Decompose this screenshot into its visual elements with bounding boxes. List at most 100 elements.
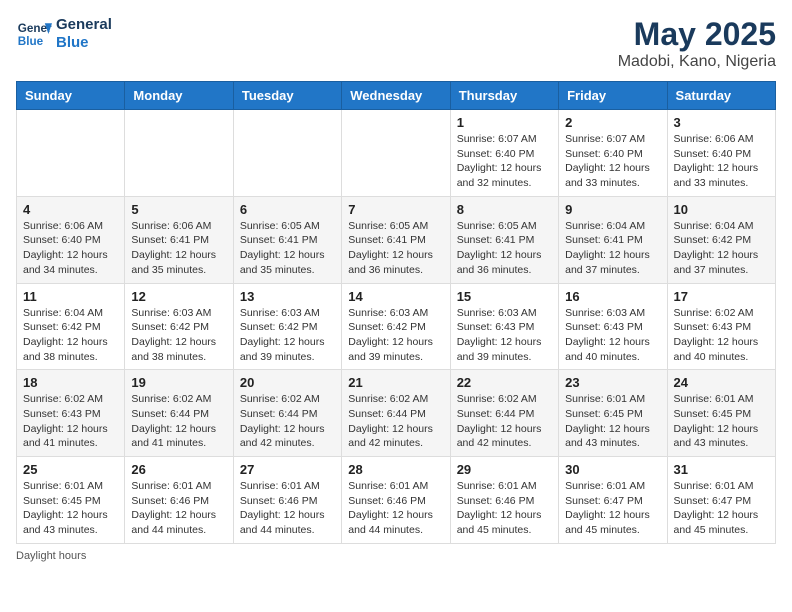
cell-info-text: Sunrise: 6:05 AM Sunset: 6:41 PM Dayligh…: [348, 219, 443, 278]
calendar-cell: 31 Sunrise: 6:01 AM Sunset: 6:47 PM Dayli…: [667, 457, 775, 544]
calendar-cell: [17, 110, 125, 197]
cell-info-text: Sunrise: 6:01 AM Sunset: 6:47 PM Dayligh…: [565, 479, 660, 538]
cell-date-number: 15: [457, 289, 552, 304]
cell-info-text: Sunrise: 6:04 AM Sunset: 6:42 PM Dayligh…: [674, 219, 769, 278]
calendar-title: May 2025: [618, 16, 776, 53]
cell-date-number: 10: [674, 202, 769, 217]
logo-icon: General Blue: [16, 16, 52, 52]
cell-info-text: Sunrise: 6:04 AM Sunset: 6:41 PM Dayligh…: [565, 219, 660, 278]
logo: General Blue General Blue: [16, 16, 112, 52]
cell-date-number: 24: [674, 375, 769, 390]
cell-date-number: 22: [457, 375, 552, 390]
cell-date-number: 29: [457, 462, 552, 477]
calendar-cell: 4 Sunrise: 6:06 AM Sunset: 6:40 PM Daylig…: [17, 196, 125, 283]
week-row-1: 1Sunrise: 6:07 AM Sunset: 6:40 PM Daylig…: [17, 110, 776, 197]
calendar-cell: [125, 110, 233, 197]
calendar-cell: 12 Sunrise: 6:03 AM Sunset: 6:42 PM Dayli…: [125, 283, 233, 370]
cell-info-text: Sunrise: 6:07 AM Sunset: 6:40 PM Dayligh…: [565, 132, 660, 191]
calendar-cell: [342, 110, 450, 197]
calendar-cell: 8 Sunrise: 6:05 AM Sunset: 6:41 PM Daylig…: [450, 196, 558, 283]
calendar-cell: 20Sunrise: 6:02 AM Sunset: 6:44 PM Dayli…: [233, 370, 341, 457]
calendar-cell: 19 Sunrise: 6:02 AM Sunset: 6:44 PM Dayli…: [125, 370, 233, 457]
cell-info-text: Sunrise: 6:01 AM Sunset: 6:46 PM Dayligh…: [348, 479, 443, 538]
cell-info-text: Sunrise: 6:07 AM Sunset: 6:40 PM Dayligh…: [457, 132, 552, 191]
cell-info-text: Sunrise: 6:02 AM Sunset: 6:43 PM Dayligh…: [674, 306, 769, 365]
calendar-cell: 17 Sunrise: 6:02 AM Sunset: 6:43 PM Dayli…: [667, 283, 775, 370]
week-row-4: 18 Sunrise: 6:02 AM Sunset: 6:43 PM Dayli…: [17, 370, 776, 457]
cell-info-text: Sunrise: 6:01 AM Sunset: 6:47 PM Dayligh…: [674, 479, 769, 538]
calendar-cell: 3 Sunrise: 6:06 AM Sunset: 6:40 PM Daylig…: [667, 110, 775, 197]
header-day-wednesday: Wednesday: [342, 82, 450, 110]
calendar-table: SundayMondayTuesdayWednesdayThursdayFrid…: [16, 81, 776, 544]
calendar-cell: 7 Sunrise: 6:05 AM Sunset: 6:41 PM Daylig…: [342, 196, 450, 283]
cell-date-number: 13: [240, 289, 335, 304]
footer-note: Daylight hours: [16, 550, 776, 562]
calendar-cell: 13Sunrise: 6:03 AM Sunset: 6:42 PM Dayli…: [233, 283, 341, 370]
calendar-cell: 30 Sunrise: 6:01 AM Sunset: 6:47 PM Dayli…: [559, 457, 667, 544]
cell-info-text: Sunrise: 6:02 AM Sunset: 6:44 PM Dayligh…: [348, 392, 443, 451]
calendar-cell: 9 Sunrise: 6:04 AM Sunset: 6:41 PM Daylig…: [559, 196, 667, 283]
calendar-subtitle: Madobi, Kano, Nigeria: [618, 53, 776, 71]
cell-info-text: Sunrise: 6:03 AM Sunset: 6:42 PM Dayligh…: [131, 306, 226, 365]
cell-date-number: 21: [348, 375, 443, 390]
logo-general: General: [56, 16, 112, 34]
header-day-monday: Monday: [125, 82, 233, 110]
cell-date-number: 8: [457, 202, 552, 217]
cell-date-number: 2: [565, 115, 660, 130]
header-day-sunday: Sunday: [17, 82, 125, 110]
calendar-cell: 5Sunrise: 6:06 AM Sunset: 6:41 PM Daylig…: [125, 196, 233, 283]
cell-date-number: 16: [565, 289, 660, 304]
cell-info-text: Sunrise: 6:01 AM Sunset: 6:46 PM Dayligh…: [457, 479, 552, 538]
cell-date-number: 27: [240, 462, 335, 477]
cell-date-number: 9: [565, 202, 660, 217]
calendar-cell: 18 Sunrise: 6:02 AM Sunset: 6:43 PM Dayli…: [17, 370, 125, 457]
calendar-cell: 28Sunrise: 6:01 AM Sunset: 6:46 PM Dayli…: [342, 457, 450, 544]
cell-info-text: Sunrise: 6:02 AM Sunset: 6:44 PM Dayligh…: [131, 392, 226, 451]
cell-info-text: Sunrise: 6:02 AM Sunset: 6:44 PM Dayligh…: [457, 392, 552, 451]
cell-date-number: 31: [674, 462, 769, 477]
cell-date-number: 23: [565, 375, 660, 390]
calendar-cell: 10 Sunrise: 6:04 AM Sunset: 6:42 PM Dayli…: [667, 196, 775, 283]
header-day-tuesday: Tuesday: [233, 82, 341, 110]
calendar-cell: 24 Sunrise: 6:01 AM Sunset: 6:45 PM Dayli…: [667, 370, 775, 457]
cell-date-number: 6: [240, 202, 335, 217]
cell-info-text: Sunrise: 6:06 AM Sunset: 6:41 PM Dayligh…: [131, 219, 226, 278]
cell-info-text: Sunrise: 6:01 AM Sunset: 6:46 PM Dayligh…: [240, 479, 335, 538]
cell-info-text: Sunrise: 6:01 AM Sunset: 6:45 PM Dayligh…: [23, 479, 118, 538]
cell-info-text: Sunrise: 6:02 AM Sunset: 6:44 PM Dayligh…: [240, 392, 335, 451]
svg-text:Blue: Blue: [18, 35, 44, 48]
cell-date-number: 12: [131, 289, 226, 304]
week-row-2: 4 Sunrise: 6:06 AM Sunset: 6:40 PM Daylig…: [17, 196, 776, 283]
cell-date-number: 4: [23, 202, 118, 217]
cell-date-number: 7: [348, 202, 443, 217]
header: General Blue General Blue May 2025 Madob…: [16, 16, 776, 71]
cell-date-number: 11: [23, 289, 118, 304]
cell-date-number: 30: [565, 462, 660, 477]
cell-info-text: Sunrise: 6:06 AM Sunset: 6:40 PM Dayligh…: [23, 219, 118, 278]
cell-info-text: Sunrise: 6:01 AM Sunset: 6:45 PM Dayligh…: [674, 392, 769, 451]
calendar-cell: 1Sunrise: 6:07 AM Sunset: 6:40 PM Daylig…: [450, 110, 558, 197]
cell-info-text: Sunrise: 6:03 AM Sunset: 6:42 PM Dayligh…: [348, 306, 443, 365]
cell-info-text: Sunrise: 6:04 AM Sunset: 6:42 PM Dayligh…: [23, 306, 118, 365]
calendar-cell: 16 Sunrise: 6:03 AM Sunset: 6:43 PM Dayli…: [559, 283, 667, 370]
title-area: May 2025 Madobi, Kano, Nigeria: [618, 16, 776, 71]
calendar-cell: 23Sunrise: 6:01 AM Sunset: 6:45 PM Dayli…: [559, 370, 667, 457]
cell-date-number: 19: [131, 375, 226, 390]
cell-info-text: Sunrise: 6:06 AM Sunset: 6:40 PM Dayligh…: [674, 132, 769, 191]
calendar-cell: 2 Sunrise: 6:07 AM Sunset: 6:40 PM Daylig…: [559, 110, 667, 197]
calendar-cell: 15 Sunrise: 6:03 AM Sunset: 6:43 PM Dayli…: [450, 283, 558, 370]
cell-info-text: Sunrise: 6:03 AM Sunset: 6:43 PM Dayligh…: [565, 306, 660, 365]
cell-date-number: 18: [23, 375, 118, 390]
cell-date-number: 26: [131, 462, 226, 477]
logo-blue: Blue: [56, 34, 112, 52]
cell-info-text: Sunrise: 6:03 AM Sunset: 6:43 PM Dayligh…: [457, 306, 552, 365]
header-day-thursday: Thursday: [450, 82, 558, 110]
cell-date-number: 3: [674, 115, 769, 130]
cell-date-number: 17: [674, 289, 769, 304]
cell-info-text: Sunrise: 6:02 AM Sunset: 6:43 PM Dayligh…: [23, 392, 118, 451]
calendar-cell: 27 Sunrise: 6:01 AM Sunset: 6:46 PM Dayli…: [233, 457, 341, 544]
cell-info-text: Sunrise: 6:01 AM Sunset: 6:46 PM Dayligh…: [131, 479, 226, 538]
calendar-cell: [233, 110, 341, 197]
cell-info-text: Sunrise: 6:05 AM Sunset: 6:41 PM Dayligh…: [457, 219, 552, 278]
week-row-3: 11 Sunrise: 6:04 AM Sunset: 6:42 PM Dayli…: [17, 283, 776, 370]
